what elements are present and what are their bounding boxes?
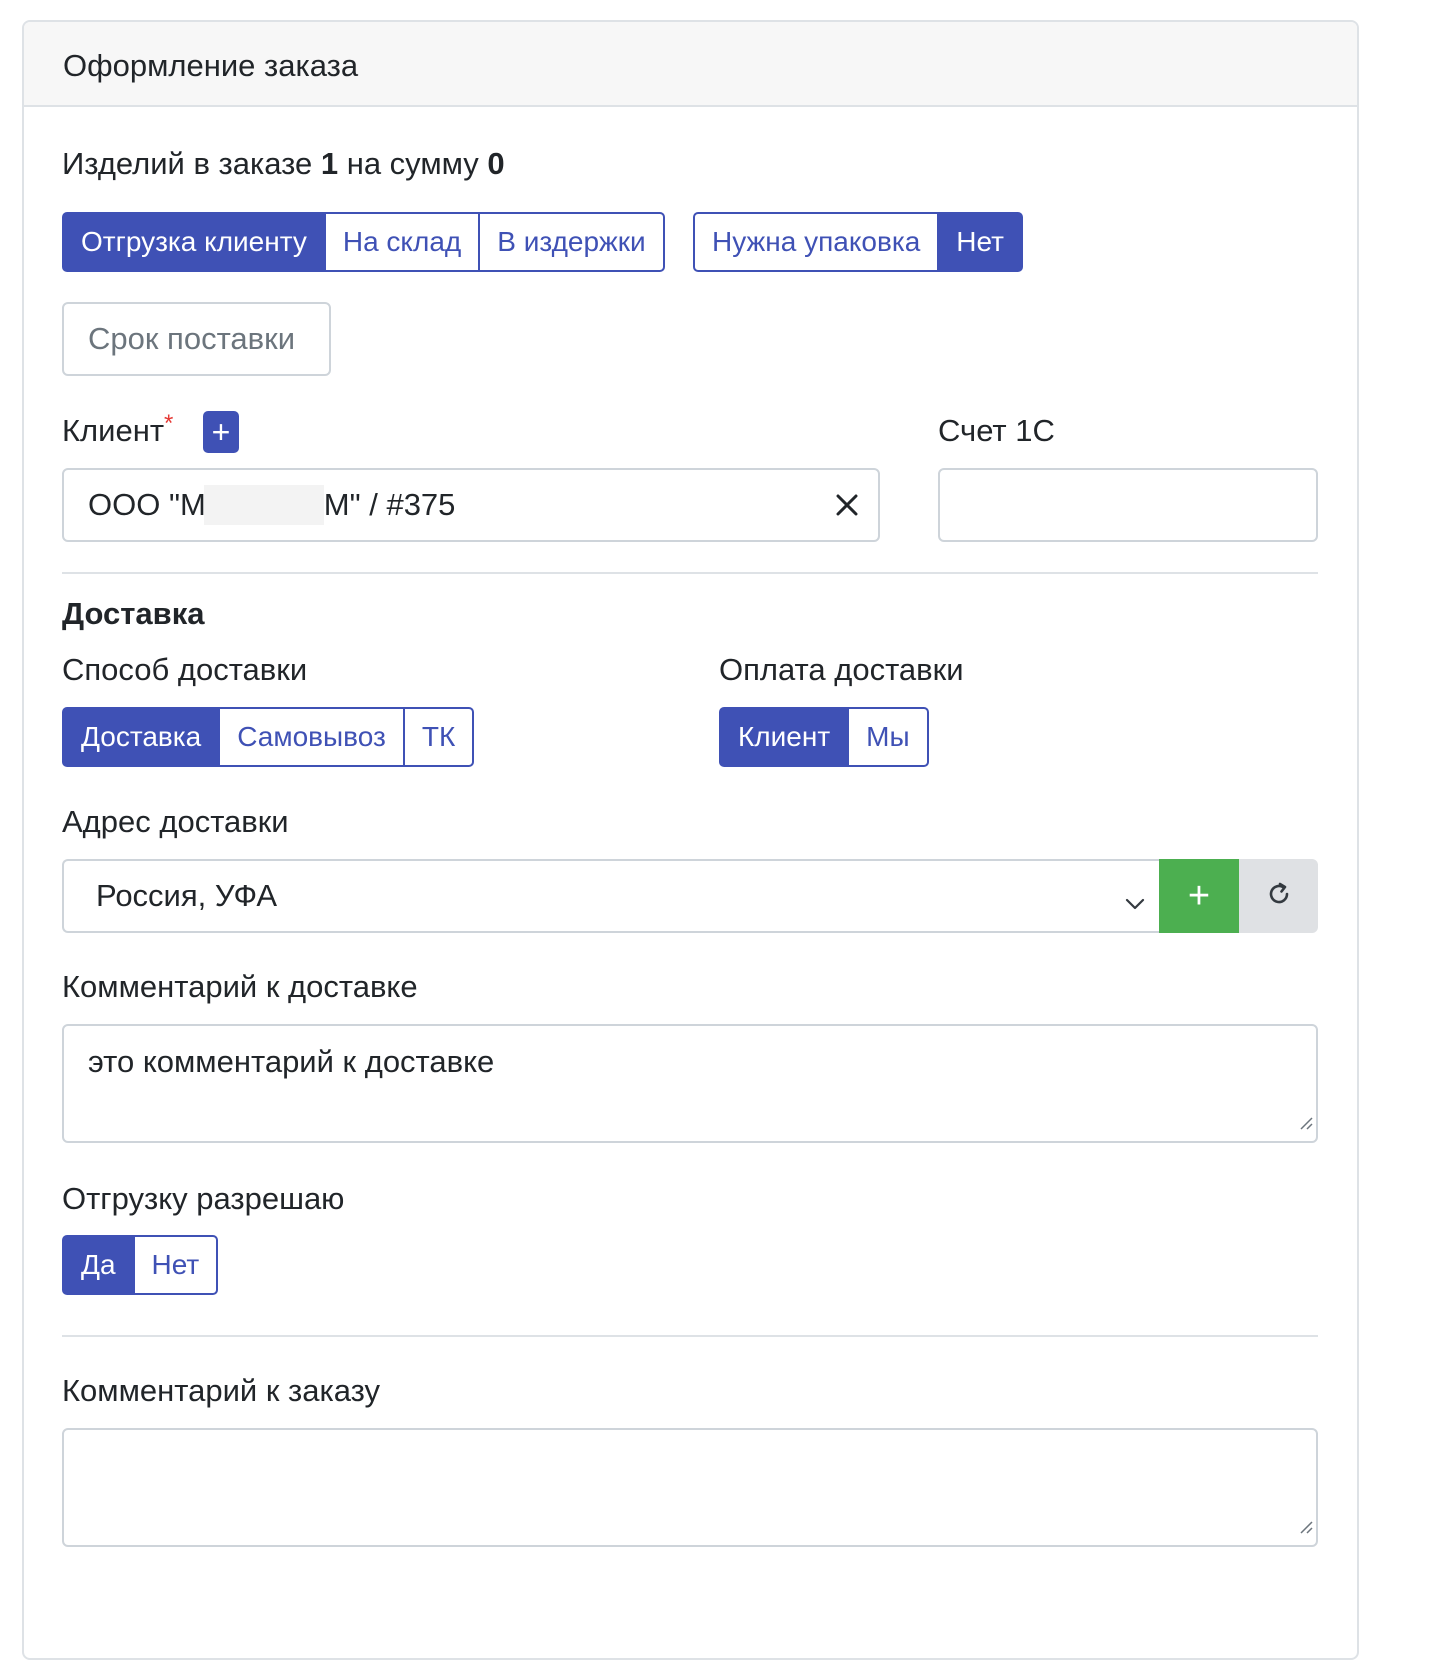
shipment-allowed-no-button[interactable]: Нет [132,1235,219,1295]
card-header: Оформление заказа [24,22,1357,107]
account-1c-label: Счет 1С [938,413,1055,448]
delivery-address-label: Адрес доставки [62,804,289,839]
delivery-section-title: Доставка [62,596,205,631]
resize-handle-icon[interactable] [1297,1506,1313,1542]
delivery-payment-group: Клиент Мы [719,707,929,767]
delivery-comment-label: Комментарий к доставке [62,969,418,1004]
delivery-address-select[interactable]: Россия, УФА [62,859,1162,933]
redacted-area [203,485,324,525]
divider [62,572,1318,574]
divider [62,1335,1318,1337]
shipment-to-costs-button[interactable]: В издержки [478,212,665,272]
order-comment-textarea[interactable] [62,1428,1318,1547]
delivery-payment-us-button[interactable]: Мы [847,707,929,767]
delivery-method-label: Способ доставки [62,652,308,687]
packaging-value-button[interactable]: Нет [937,212,1023,272]
shipment-to-client-button[interactable]: Отгрузка клиенту [62,212,326,272]
refresh-icon [1266,881,1292,912]
shipment-allowed-label: Отгрузку разрешаю [62,1181,345,1216]
shipment-mode-group: Отгрузка клиенту На склад В издержки [62,212,665,272]
account-1c-input[interactable] [938,468,1318,542]
resize-handle-icon[interactable] [1297,1102,1313,1138]
client-input[interactable]: ООО "М М" / #375 [62,468,880,542]
page-title: Оформление заказа [63,48,359,83]
items-count: 1 [320,146,339,181]
order-sum: 0 [487,146,505,181]
packaging-group: Нужна упаковка Нет [693,212,1023,272]
add-address-button[interactable]: + [1159,859,1239,933]
shipment-allowed-yes-button[interactable]: Да [62,1235,135,1295]
delivery-term-button[interactable]: Срок поставки [62,302,331,376]
refresh-address-button[interactable] [1239,859,1318,933]
required-mark: * [164,410,174,437]
order-summary: Изделий в заказе 1 на сумму 0 [62,146,505,181]
shipment-to-warehouse-button[interactable]: На склад [323,212,481,272]
clear-icon[interactable] [830,488,864,522]
delivery-method-delivery-button[interactable]: Доставка [62,707,221,767]
shipment-allowed-group: Да Нет [62,1235,219,1295]
delivery-payment-client-button[interactable]: Клиент [719,707,850,767]
order-comment-label: Комментарий к заказу [62,1373,380,1408]
packaging-label-button[interactable]: Нужна упаковка [693,212,940,272]
delivery-method-pickup-button[interactable]: Самовывоз [218,707,405,767]
delivery-method-group: Доставка Самовывоз ТК [62,707,475,767]
delivery-payment-label: Оплата доставки [719,652,964,687]
delivery-address-row: Россия, УФА + [62,859,1318,933]
delivery-comment-textarea[interactable]: это комментарий к доставке [62,1024,1318,1143]
add-client-button[interactable]: + [203,411,239,453]
delivery-method-tk-button[interactable]: ТК [402,707,475,767]
client-label: Клиент* [62,410,174,448]
chevron-down-icon [1124,887,1146,923]
